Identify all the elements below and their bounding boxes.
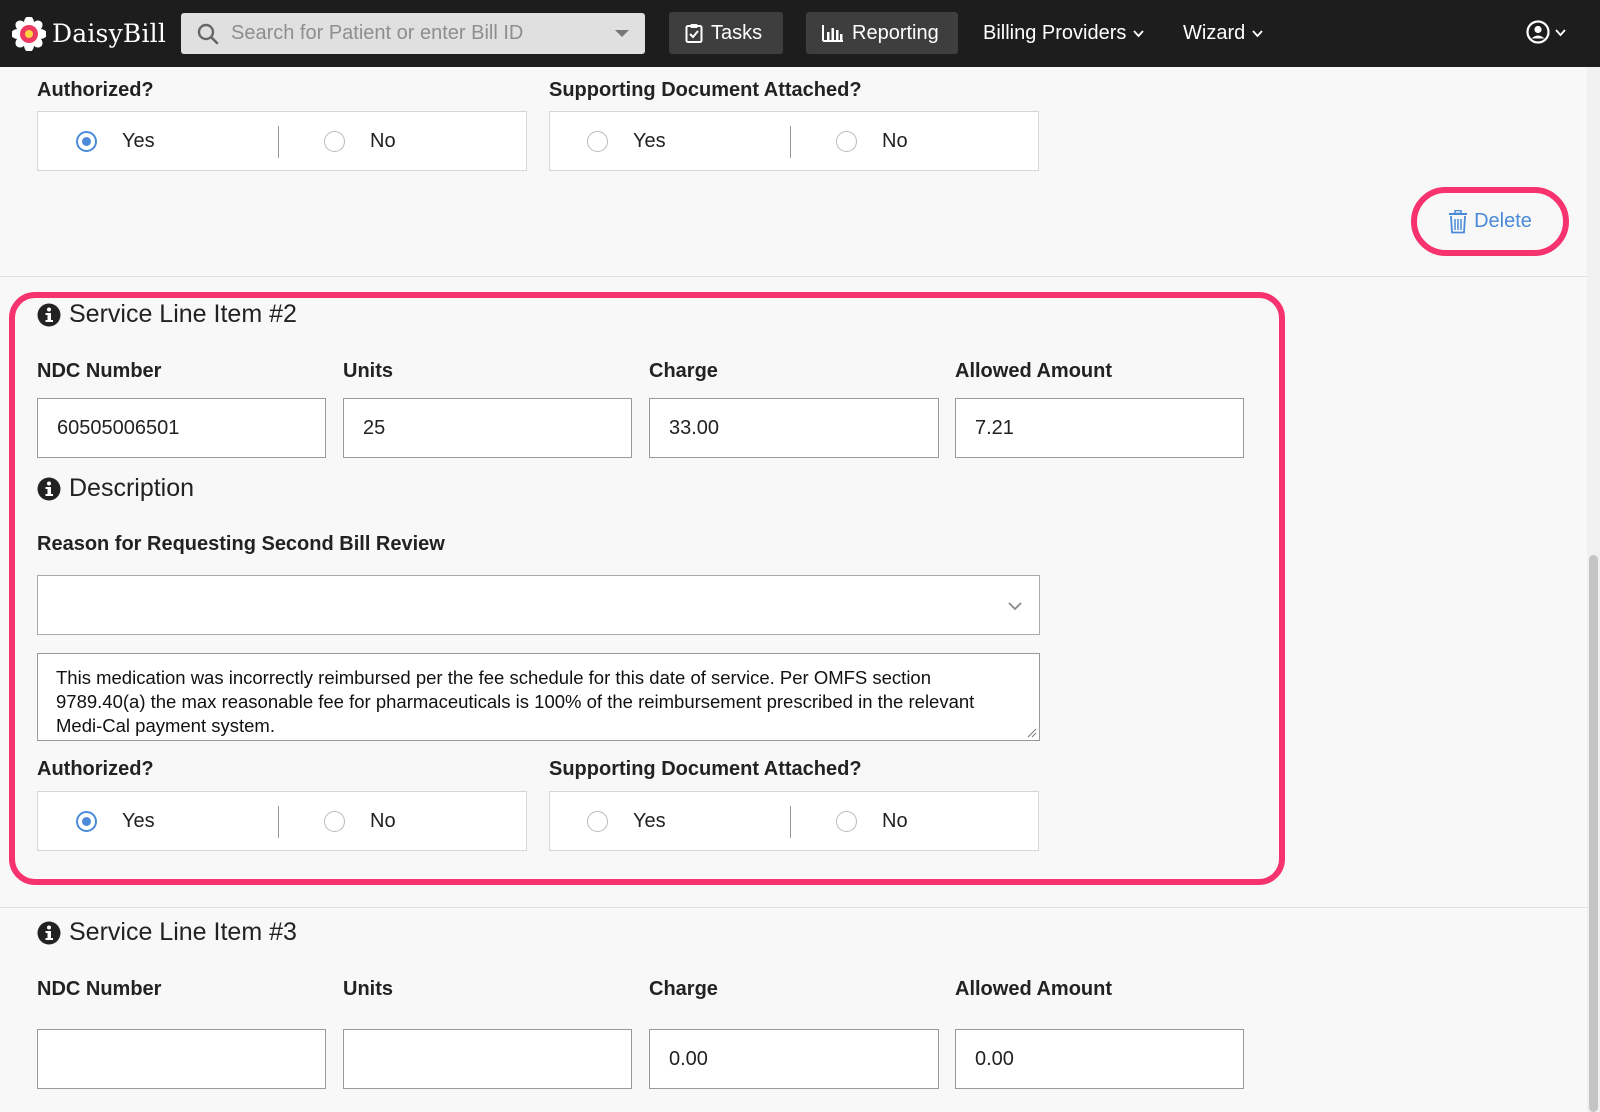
trash-icon: [1449, 209, 1468, 233]
patient-search[interactable]: [181, 13, 645, 54]
chevron-down-icon: [1252, 29, 1263, 37]
allowed-amount-input[interactable]: 7.21: [955, 398, 1244, 458]
reporting-label: Reporting: [852, 21, 939, 44]
charge-input[interactable]: 33.00: [649, 398, 939, 458]
supporting-document-radio-group: Yes No: [549, 791, 1039, 851]
reporting-button[interactable]: Reporting: [806, 12, 958, 54]
search-icon: [197, 23, 219, 44]
daisy-logo-icon: [12, 16, 46, 51]
radio-checked-icon[interactable]: [76, 810, 97, 832]
reason-select[interactable]: [37, 575, 1040, 635]
tasks-label: Tasks: [711, 21, 763, 44]
radio-label: Yes: [122, 809, 155, 832]
info-icon: [37, 477, 61, 500]
supporting-document-label: Supporting Document Attached?: [549, 758, 862, 780]
radio-unchecked-icon[interactable]: [324, 810, 345, 832]
search-input[interactable]: [231, 22, 591, 45]
search-dropdown-caret-icon[interactable]: [615, 30, 629, 37]
authorized-label: Authorized?: [37, 758, 154, 780]
info-icon: [37, 303, 61, 326]
page-scrollbar-thumb[interactable]: [1589, 555, 1598, 1112]
section-divider: [0, 907, 1600, 908]
ndc-number-label: NDC Number: [37, 978, 162, 1000]
radio-unchecked-icon[interactable]: [836, 130, 857, 152]
description-title: Description: [37, 474, 194, 503]
top-navbar: DaisyBill Tasks Reporting Billing Provid…: [0, 0, 1600, 67]
billing-providers-label: Billing Providers: [983, 21, 1127, 44]
radio-label: Yes: [633, 129, 666, 152]
radio-divider: [790, 126, 791, 158]
radio-label: No: [882, 129, 908, 152]
resize-grip-icon[interactable]: [1025, 726, 1037, 738]
bill-form-content: Authorized? Yes No Supporting Document A…: [0, 67, 1600, 1112]
user-avatar-icon: [1526, 20, 1550, 44]
units-input[interactable]: [343, 1029, 632, 1089]
radio-label: Yes: [122, 129, 155, 152]
description-textarea[interactable]: This medication was incorrectly reimburs…: [37, 653, 1040, 741]
wizard-menu[interactable]: Wizard: [1183, 12, 1263, 54]
section-divider: [0, 276, 1600, 277]
supporting-no-option[interactable]: No: [836, 792, 908, 850]
description-text: This medication was incorrectly reimburs…: [56, 667, 975, 736]
charge-input[interactable]: 0.00: [649, 1029, 939, 1089]
info-icon: [37, 921, 61, 944]
allowed-amount-label: Allowed Amount: [955, 360, 1113, 382]
radio-unchecked-icon[interactable]: [587, 810, 608, 832]
allowed-amount-input[interactable]: 0.00: [955, 1029, 1244, 1089]
radio-label: No: [882, 809, 908, 832]
allowed-amount-label: Allowed Amount: [955, 978, 1113, 1000]
supporting-document-label: Supporting Document Attached?: [549, 79, 862, 101]
charge-label: Charge: [649, 360, 718, 382]
chevron-down-icon: [1008, 602, 1022, 611]
clipboard-check-icon: [685, 24, 703, 43]
chevron-down-icon: [1555, 28, 1566, 36]
units-label: Units: [343, 360, 393, 382]
ndc-number-input[interactable]: 60505006501: [37, 398, 326, 458]
tasks-button[interactable]: Tasks: [669, 12, 783, 54]
section-title-text: Service Line Item #3: [69, 918, 297, 946]
authorized-yes-option[interactable]: Yes: [76, 112, 155, 170]
radio-unchecked-icon[interactable]: [836, 810, 857, 832]
service-line-2-title: Service Line Item #2: [37, 300, 297, 329]
authorized-radio-group: Yes No: [37, 791, 527, 851]
wizard-label: Wizard: [1183, 21, 1246, 44]
authorized-no-option[interactable]: No: [324, 112, 396, 170]
radio-divider: [790, 806, 791, 838]
delete-highlight-annotation: Delete: [1411, 187, 1569, 256]
billing-providers-menu[interactable]: Billing Providers: [983, 12, 1145, 54]
radio-unchecked-icon[interactable]: [587, 130, 608, 152]
ndc-number-input[interactable]: [37, 1029, 326, 1089]
radio-divider: [278, 126, 279, 158]
authorized-label: Authorized?: [37, 79, 154, 101]
authorized-no-option[interactable]: No: [324, 792, 396, 850]
supporting-yes-option[interactable]: Yes: [587, 112, 666, 170]
section-title-text: Description: [69, 474, 195, 502]
user-account-menu[interactable]: [1526, 20, 1566, 44]
units-label: Units: [343, 978, 393, 1000]
brand-logo[interactable]: DaisyBill: [12, 16, 167, 51]
supporting-no-option[interactable]: No: [836, 112, 908, 170]
authorized-yes-option[interactable]: Yes: [76, 792, 155, 850]
ndc-number-label: NDC Number: [37, 360, 162, 382]
radio-checked-icon[interactable]: [76, 130, 97, 152]
radio-unchecked-icon[interactable]: [324, 130, 345, 152]
service-line-3-title: Service Line Item #3: [37, 918, 297, 947]
radio-label: No: [370, 809, 396, 832]
supporting-document-radio-group: Yes No: [549, 111, 1039, 171]
radio-label: No: [370, 129, 396, 152]
supporting-yes-option[interactable]: Yes: [587, 792, 666, 850]
units-input[interactable]: 25: [343, 398, 632, 458]
reason-label: Reason for Requesting Second Bill Review: [37, 533, 445, 555]
radio-label: Yes: [633, 809, 666, 832]
bar-chart-icon: [822, 25, 843, 42]
chevron-down-icon: [1133, 29, 1145, 37]
section-title-text: Service Line Item #2: [69, 300, 297, 328]
radio-divider: [278, 806, 279, 838]
brand-name: DaisyBill: [52, 19, 167, 48]
charge-label: Charge: [649, 978, 718, 1000]
authorized-radio-group: Yes No: [37, 111, 527, 171]
delete-button[interactable]: Delete: [1448, 209, 1532, 234]
delete-label: Delete: [1474, 210, 1532, 232]
